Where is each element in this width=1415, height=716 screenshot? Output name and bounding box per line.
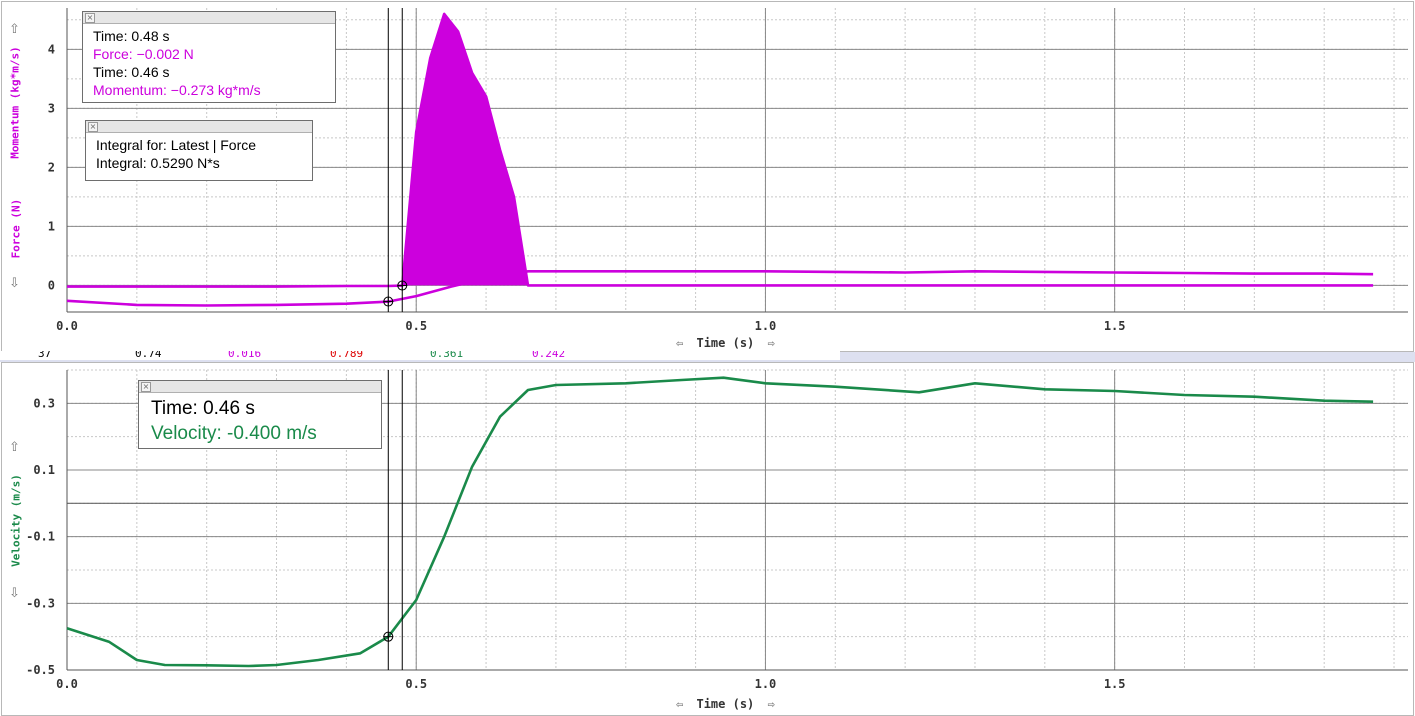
examine-readout-box[interactable]: × Time: 0.48 s Force: −0.002 N Time: 0.4… <box>82 11 336 103</box>
x-tick-label: 1.5 <box>1104 677 1126 691</box>
readout-time-momentum: Time: 0.46 s <box>93 64 170 80</box>
x-axis-title: Time (s) <box>696 336 755 350</box>
scroll-down-arrow-icon[interactable]: ⇩ <box>9 586 20 601</box>
x-tick-label: 0.0 <box>56 677 78 691</box>
y-tick-label: 0 <box>48 278 55 292</box>
readout-time: Time: 0.46 s <box>151 398 255 419</box>
close-icon[interactable]: × <box>85 13 95 23</box>
graph-canvas[interactable]: 0.0 0.5 1.0 1.5 0 1 2 3 4 0.0 0.5 1.0 1.5 -0.5 -0.3 -0.… <box>0 0 1415 716</box>
integral-box[interactable]: × Integral for: Latest | Force Integral:… <box>85 120 313 181</box>
y-tick-label: 4 <box>48 42 55 56</box>
y-axis-label-velocity: Velocity (m/s) <box>9 474 23 567</box>
x-tick-label: 0.5 <box>405 677 427 691</box>
y-axis-label-force: Force (N) <box>9 198 23 259</box>
y-tick-label: 0.1 <box>33 463 55 477</box>
readout-time-force: Time: 0.48 s <box>93 28 170 44</box>
readout-velocity: Velocity: -0.400 m/s <box>151 423 317 444</box>
scroll-up-arrow-icon[interactable]: ⇧ <box>9 22 20 37</box>
readout-momentum: Momentum: −0.273 kg*m/s <box>93 82 261 98</box>
scroll-left-arrow-icon[interactable]: ⇦ <box>676 697 683 711</box>
scroll-right-arrow-icon[interactable]: ⇨ <box>768 697 775 711</box>
y-tick-label: 2 <box>48 160 55 174</box>
y-tick-label: -0.3 <box>26 596 55 610</box>
readout-force: Force: −0.002 N <box>93 46 194 62</box>
integral-label: Integral for: Latest | Force <box>96 137 257 153</box>
close-icon[interactable]: × <box>141 382 151 392</box>
x-axis-label-top: ⇦ Time (s) ⇨ <box>676 336 775 350</box>
x-tick-label: 0.0 <box>56 319 78 333</box>
y-tick-label: 3 <box>48 101 55 115</box>
y-axis-label-momentum: Momentum (kg*m/s) <box>8 46 22 159</box>
scroll-left-arrow-icon[interactable]: ⇦ <box>676 336 683 350</box>
series-line-momentum <box>66 270 1374 307</box>
scroll-right-arrow-icon[interactable]: ⇨ <box>768 336 775 350</box>
x-tick-label: 1.0 <box>755 677 777 691</box>
y-tick-label: 0.3 <box>33 396 55 410</box>
scroll-up-arrow-icon[interactable]: ⇧ <box>9 440 20 455</box>
logger-pro-graph-window: 37 0.74 0.016 0.789 0.361 0.242 0.0 0.5 1.… <box>0 0 1415 716</box>
y-tick-label: -0.1 <box>26 530 55 544</box>
x-tick-label: 0.5 <box>405 319 427 333</box>
x-axis-label-bottom: ⇦ Time (s) ⇨ <box>676 697 775 711</box>
integral-value: Integral: 0.5290 N*s <box>96 155 220 171</box>
scroll-down-arrow-icon[interactable]: ⇩ <box>9 276 20 291</box>
velocity-readout-box[interactable]: × Time: 0.46 s Velocity: -0.400 m/s <box>138 380 382 449</box>
x-tick-label: 1.5 <box>1104 319 1126 333</box>
close-icon[interactable]: × <box>88 122 98 132</box>
y-tick-label: 1 <box>48 219 55 233</box>
x-tick-label: 1.0 <box>755 319 777 333</box>
y-tick-label: -0.5 <box>26 663 55 677</box>
x-axis-title: Time (s) <box>696 697 755 711</box>
